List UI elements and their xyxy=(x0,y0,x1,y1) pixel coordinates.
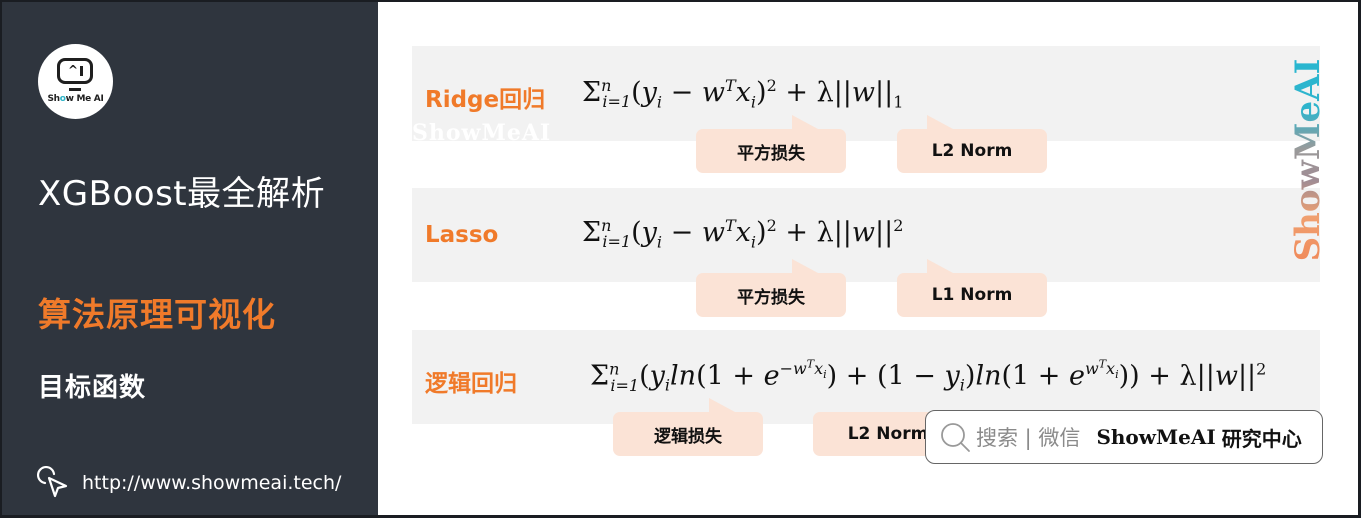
slide-frame xyxy=(0,0,1361,518)
